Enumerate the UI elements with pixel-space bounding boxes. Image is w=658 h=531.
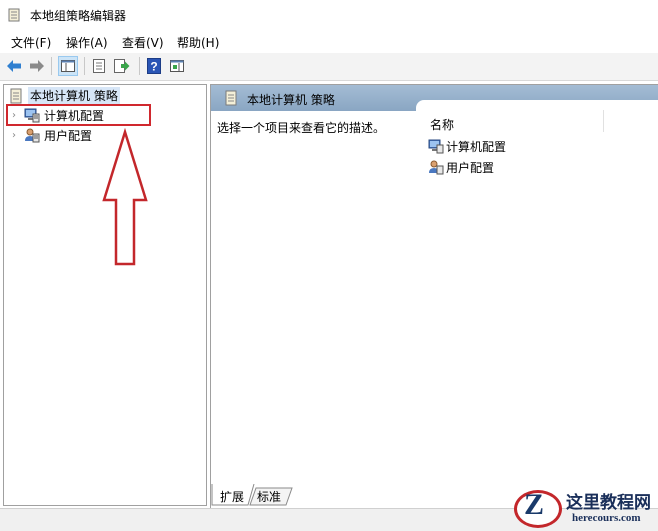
watermark-url: herecours.com: [572, 512, 641, 524]
column-separator[interactable]: [603, 110, 604, 132]
list-item-user-config[interactable]: 用户配置: [428, 158, 494, 176]
user-config-icon: [429, 160, 444, 175]
watermark-title: 这里教程网: [566, 493, 651, 513]
tree-item-label: 用户配置: [44, 128, 93, 143]
list-item-label: 计算机配置: [446, 139, 507, 154]
chevron-right-icon[interactable]: ›: [8, 129, 20, 141]
tree-root-label: 本地计算机 策略: [28, 87, 120, 104]
computer-config-icon: [428, 139, 444, 154]
description-text: 选择一个项目来查看它的描述。: [217, 121, 386, 135]
annotation-up-arrow: [102, 128, 148, 266]
menu-bar: 文件(F) 操作(A) 查看(V) 帮助(H): [0, 30, 658, 52]
column-header-name[interactable]: 名称: [430, 116, 454, 133]
user-config-icon: [25, 128, 40, 143]
tab-extended[interactable]: 扩展: [220, 488, 244, 508]
toolbar-separator: [51, 57, 52, 75]
properties-icon[interactable]: [90, 57, 108, 75]
divider: [0, 80, 658, 81]
tree-item-user-config[interactable]: › 用户配置: [8, 126, 92, 144]
policy-document-icon: [10, 88, 22, 103]
toolbar-separator: [139, 57, 140, 75]
policy-document-icon: [225, 90, 237, 106]
watermark-logo: Z 这里教程网 herecours.com: [512, 486, 658, 530]
svg-text:?: ?: [150, 60, 157, 74]
tab-standard[interactable]: 标准: [257, 488, 281, 508]
tree-root-local-computer-policy[interactable]: 本地计算机 策略: [8, 87, 120, 104]
menu-view[interactable]: 查看(V): [122, 34, 164, 51]
forward-arrow-icon[interactable]: [28, 57, 46, 75]
toolbar-separator: [84, 57, 85, 75]
help-icon[interactable]: ?: [145, 57, 163, 75]
menu-file[interactable]: 文件(F): [11, 34, 51, 51]
show-hide-action-pane-icon[interactable]: [168, 57, 186, 75]
policy-editor-icon: [8, 8, 20, 22]
watermark-z-letter: Z: [524, 488, 545, 521]
list-item-computer-config[interactable]: 计算机配置: [428, 137, 506, 155]
title-bar: 本地组策略编辑器: [0, 0, 658, 30]
details-header-title: 本地计算机 策略: [247, 93, 335, 107]
menu-action[interactable]: 操作(A): [66, 34, 108, 51]
export-list-icon[interactable]: [113, 57, 131, 75]
list-item-label: 用户配置: [446, 160, 495, 175]
toolbar: ?: [0, 53, 658, 80]
details-pane: 本地计算机 策略 选择一个项目来查看它的描述。 名称 计算机配置 用户配置: [210, 84, 658, 508]
show-hide-console-tree-icon[interactable]: [58, 56, 78, 76]
annotation-highlight-box: [6, 104, 151, 126]
menu-help[interactable]: 帮助(H): [177, 34, 219, 51]
back-arrow-icon[interactable]: [5, 57, 23, 75]
window-title: 本地组策略编辑器: [30, 9, 127, 23]
item-list: 名称 计算机配置 用户配置: [416, 100, 658, 480]
